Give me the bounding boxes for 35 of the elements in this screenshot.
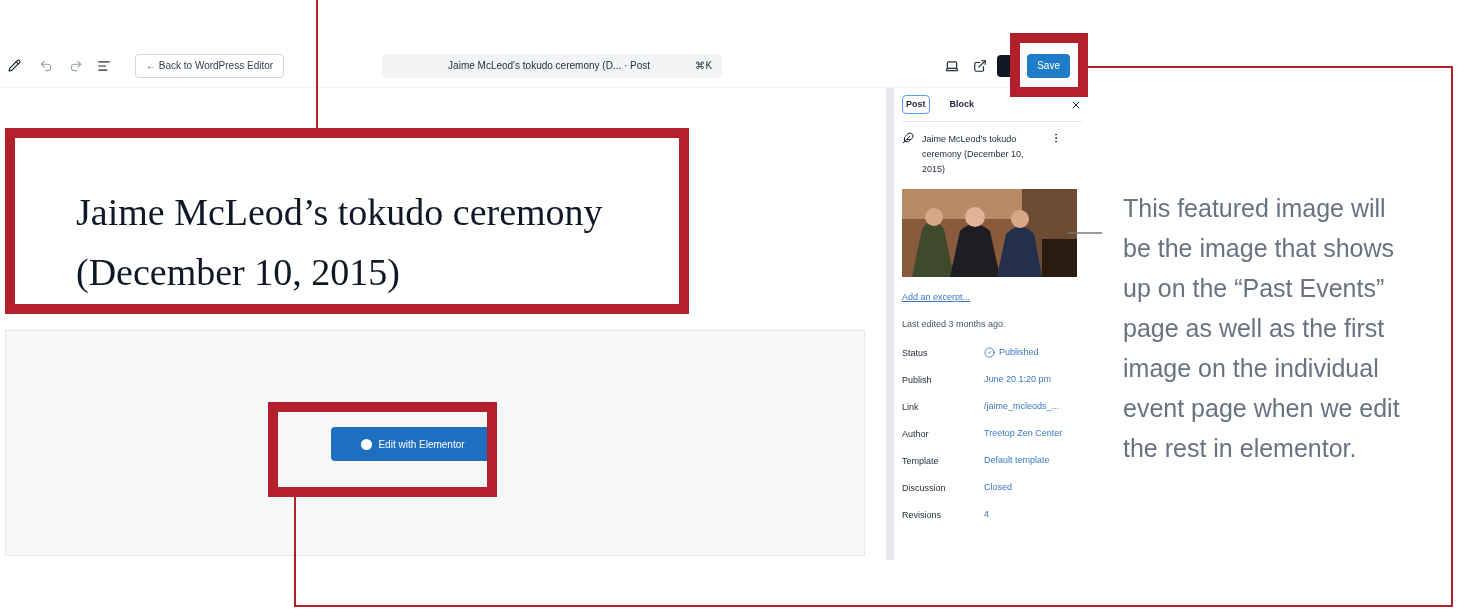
field-label: Publish [902,374,933,387]
undo-icon[interactable] [39,58,53,73]
field-value[interactable]: Default template [984,455,1082,466]
document-bar[interactable]: Jaime McLeod's tokudo ceremony (D... · Post ⌘K [382,53,723,78]
field-label: Author [902,428,930,441]
sidebar-tab[interactable]: Post [902,94,930,115]
external-link-icon[interactable] [973,58,988,73]
last-edited: Last edited 3 months ago. [902,317,1007,331]
list-view-icon[interactable] [97,58,111,73]
sidebar-tab[interactable]: Block [945,94,979,115]
annotation-text: This featured image will be the image that shows up on the “Past Events” page as well as the first image on the individual event page when we edit the rest in elementor. [1123,193,1401,464]
check-icon [984,347,995,358]
excerpt-link[interactable]: Add an excerpt... [902,291,1082,305]
field-label: Revisions [902,509,942,522]
back-button[interactable]: ← Back to WordPress Editor [135,53,285,78]
save-button[interactable]: Save [1027,53,1070,78]
shortcut-hint: ⌘K [695,59,713,73]
redo-icon[interactable] [69,58,83,73]
field-value[interactable]: 4 [984,509,1082,520]
feather-icon [902,132,914,144]
post-name: Jaime McLeod's tokudo ceremony (December 10, 2015) [922,133,1025,176]
field-label: Discussion [902,482,947,495]
elementor-icon [361,438,373,450]
laptop-icon[interactable] [945,58,960,73]
field-value[interactable]: Published [984,347,1082,358]
field-value[interactable]: Closed [984,482,1082,493]
scrollbar[interactable] [886,88,894,560]
field-value[interactable]: Treetop Zen Center [984,428,1082,439]
pencil-icon[interactable] [8,59,21,72]
field-label: Template [902,455,940,468]
post-title[interactable]: Jaime McLeod’s tokudo ceremony (December 10, 2015) [76,182,656,302]
field-value[interactable]: June 20 1:20 pm [984,374,1082,385]
field-value[interactable]: /jaime_mcleods_... [984,401,1082,412]
field-label: Link [902,401,920,414]
field-label: Status [902,347,929,360]
